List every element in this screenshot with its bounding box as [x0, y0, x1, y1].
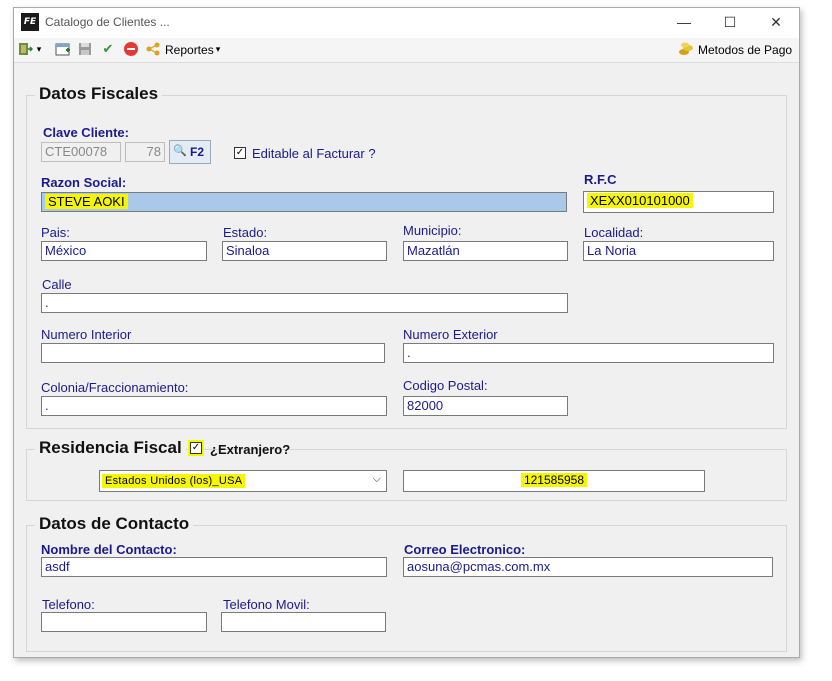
cancel-icon[interactable] — [123, 41, 139, 57]
street-label: Calle — [42, 277, 72, 292]
form-content: Datos Fiscales Clave Cliente: CTE00078 7… — [14, 63, 799, 657]
locality-label: Localidad: — [584, 225, 644, 240]
foreign-label: ¿Extranjero? — [210, 442, 291, 457]
state-label: Estado: — [223, 225, 268, 240]
contact-name-label: Nombre del Contacto: — [41, 542, 177, 557]
phone-label: Telefono: — [42, 597, 95, 612]
chevron-down-icon[interactable]: ▾ — [213, 41, 223, 57]
street-field[interactable]: . — [41, 293, 568, 313]
client-key-label: Clave Cliente: — [43, 125, 129, 140]
client-key-field[interactable]: CTE00078 — [41, 142, 121, 162]
f2-label: F2 — [190, 145, 205, 159]
foreign-checkbox[interactable]: ✓ — [188, 440, 204, 456]
mobile-phone-field[interactable] — [221, 612, 386, 632]
email-field[interactable]: aosuna@pcmas.com.mx — [403, 557, 773, 577]
editable-label: Editable al Facturar ? — [252, 146, 376, 161]
magnifier-icon: 🔍 — [173, 145, 187, 157]
close-button[interactable]: ✕ — [753, 8, 799, 38]
business-name-value: STEVE AOKI — [45, 194, 128, 209]
app-logo-icon: FE — [21, 13, 39, 31]
save-icon[interactable] — [77, 41, 93, 57]
toolbar: ▾ ✔ Reportes ▾ Metodos de Pago — [14, 38, 799, 63]
residence-country-select[interactable]: Estados Unidos (los)_USA ⌵ — [99, 470, 387, 492]
coins-icon — [678, 41, 694, 57]
locality-field[interactable]: La Noria — [583, 241, 774, 261]
mobile-phone-label: Telefono Movil: — [223, 597, 310, 612]
residence-country-value: Estados Unidos (los)_USA — [102, 474, 246, 488]
country-label: Pais: — [41, 225, 70, 240]
exit-door-icon[interactable] — [17, 41, 34, 57]
minimize-button[interactable]: — — [661, 8, 707, 38]
interior-number-label: Numero Interior — [41, 327, 132, 342]
municipality-label: Municipio: — [403, 223, 462, 238]
rfc-field[interactable]: XEXX010101000 — [583, 191, 774, 213]
tax-id-field[interactable]: 121585958 — [403, 470, 705, 492]
state-field[interactable]: Sinaloa — [222, 241, 387, 261]
check-icon[interactable]: ✔ — [100, 41, 116, 57]
payment-methods-button[interactable]: Metodos de Pago — [698, 43, 792, 57]
business-name-field[interactable]: STEVE AOKI — [41, 192, 567, 212]
maximize-button[interactable]: ☐ — [707, 8, 753, 38]
foreign-checkbox-box: ✓ — [190, 442, 202, 454]
phone-field[interactable] — [41, 612, 207, 632]
exterior-number-label: Numero Exterior — [403, 327, 498, 342]
email-label: Correo Electronico: — [404, 542, 526, 557]
interior-number-field[interactable] — [41, 343, 385, 363]
neighborhood-field[interactable]: . — [41, 396, 387, 416]
reports-menu[interactable]: Reportes — [165, 43, 214, 57]
title-bar[interactable]: FE Catalogo de Clientes ... — ☐ ✕ — [14, 8, 799, 38]
editable-checkbox[interactable]: ✓ — [234, 147, 246, 159]
postal-code-label: Codigo Postal: — [403, 378, 488, 393]
contact-data-title: Datos de Contacto — [35, 514, 194, 534]
municipality-field[interactable]: Mazatlán — [403, 241, 568, 261]
country-field[interactable]: México — [41, 241, 207, 261]
exterior-number-field[interactable]: . — [403, 343, 774, 363]
postal-code-field[interactable]: 82000 — [403, 396, 568, 416]
neighborhood-label: Colonia/Fraccionamiento: — [41, 380, 189, 395]
contact-name-field[interactable]: asdf — [41, 557, 387, 577]
f2-search-button[interactable]: 🔍 F2 — [169, 140, 211, 164]
share-icon[interactable] — [145, 41, 161, 57]
chevron-down-icon[interactable]: ▾ — [34, 41, 44, 57]
rfc-label: R.F.C — [584, 172, 617, 187]
window-title: Catalogo de Clientes ... — [45, 15, 170, 29]
client-catalog-window: FE Catalogo de Clientes ... — ☐ ✕ ▾ ✔ Re… — [13, 7, 800, 658]
tax-id-value: 121585958 — [520, 473, 588, 487]
tax-residence-title: Residencia Fiscal — [35, 438, 186, 458]
fiscal-data-title: Datos Fiscales — [35, 84, 163, 104]
rfc-value: XEXX010101000 — [587, 193, 693, 208]
client-number-field[interactable]: 78 — [125, 142, 165, 162]
business-name-label: Razon Social: — [41, 175, 127, 190]
new-record-icon[interactable] — [55, 41, 71, 57]
chevron-down-icon: ⌵ — [372, 473, 381, 485]
